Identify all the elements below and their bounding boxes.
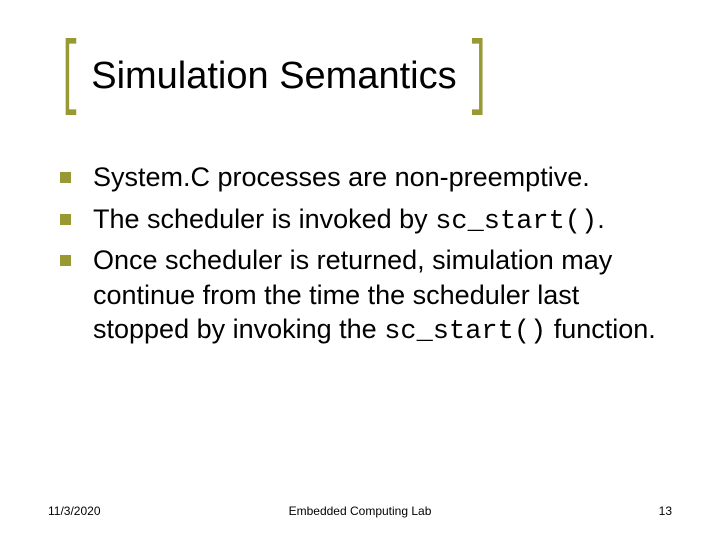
list-item: Once scheduler is returned, simulation m… [60,243,672,350]
list-item: System.C processes are non-preemptive. [60,160,672,198]
bullet-icon [60,172,71,183]
bracket-right-icon: ] [466,35,490,118]
slide-body: System.C processes are non-preemptive. T… [48,160,672,350]
bullet-icon [60,214,71,225]
footer-center: Embedded Computing Lab [48,504,672,518]
bullet-code: sc_start() [384,317,546,347]
bullet-text: System.C processes are non-preemptive. [93,160,590,198]
bullet-code: sc_start() [435,207,597,237]
bullet-post: function. [546,314,656,344]
bullet-icon [60,255,71,266]
bullet-list: System.C processes are non-preemptive. T… [60,160,672,350]
bullet-pre: The scheduler is invoked by [93,204,435,234]
title-wrap: [ Simulation Semantics ] [48,40,672,112]
bullet-pre: System.C processes are non-preemptive. [93,162,590,192]
bullet-text: The scheduler is invoked by sc_start(). [93,202,605,240]
list-item: The scheduler is invoked by sc_start(). [60,202,672,240]
slide: [ Simulation Semantics ] System.C proces… [0,0,720,540]
bullet-post: . [597,204,605,234]
bracket-left-icon: [ [58,35,82,118]
footer-page: 13 [659,504,672,518]
bullet-text: Once scheduler is returned, simulation m… [93,243,672,350]
footer: 11/3/2020 Embedded Computing Lab 13 [48,504,672,518]
footer-date: 11/3/2020 [48,504,101,518]
slide-title: Simulation Semantics [85,55,462,98]
